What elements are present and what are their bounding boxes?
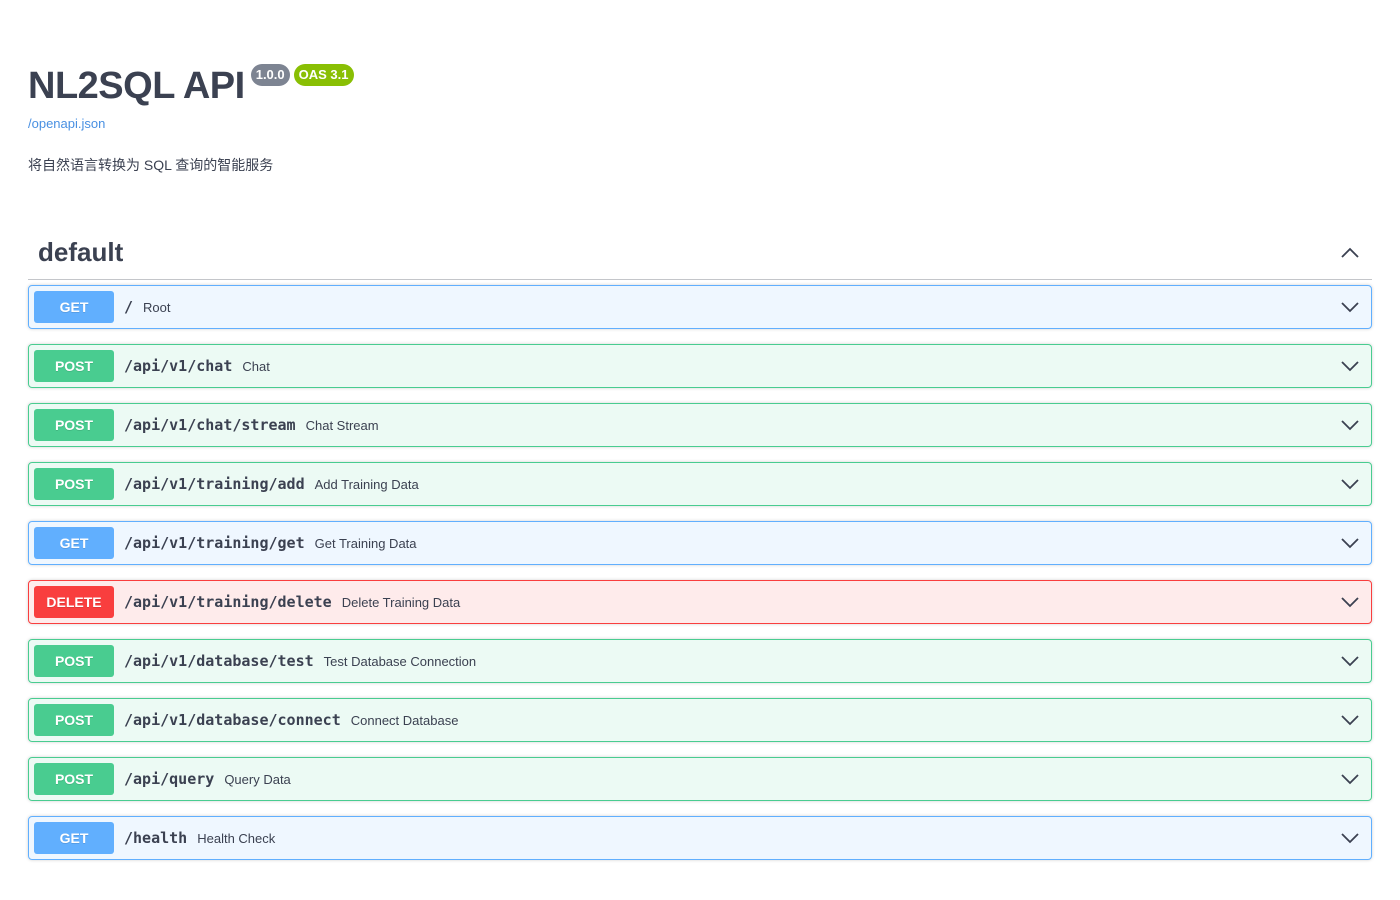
- operation-post-row[interactable]: POST/api/v1/chat Chat: [28, 344, 1372, 388]
- operation-path: /api/v1/chat: [124, 357, 233, 375]
- method-badge: POST: [34, 763, 114, 795]
- operation-post-row[interactable]: POST/api/query Query Data: [28, 757, 1372, 801]
- section-title: default: [38, 237, 124, 267]
- method-badge: POST: [34, 350, 114, 382]
- section-header-default[interactable]: default: [28, 226, 1372, 280]
- operation-path: /api/v1/training/add: [124, 475, 305, 493]
- operation-summary: Test Database Connection: [323, 653, 477, 669]
- version-badge: 1.0.0: [250, 64, 290, 86]
- operation-summary: Get Training Data: [314, 535, 417, 551]
- method-badge: POST: [34, 704, 114, 736]
- chevron-up-icon[interactable]: [1338, 241, 1362, 265]
- operation-post-row[interactable]: POST/api/v1/training/add Add Training Dat…: [28, 462, 1372, 506]
- chevron-down-icon[interactable]: [1340, 828, 1360, 848]
- operation-path: /: [124, 298, 134, 316]
- method-badge: GET: [34, 291, 114, 323]
- operations-list: GET / Root POST/api/v1/chat Chat POST/api/v1/…: [28, 285, 1372, 875]
- operation-summary: Chat Stream: [305, 417, 379, 433]
- title-row: NL2SQL API 1.0.0 OAS 3.1: [28, 62, 354, 110]
- operation-get-row[interactable]: GET/api/v1/training/get Get Training Data: [28, 521, 1372, 565]
- method-badge: DELETE: [34, 586, 114, 618]
- operation-path: /api/v1/training/get: [124, 534, 305, 552]
- operation-path: /api/v1/chat/stream: [124, 416, 296, 434]
- chevron-down-icon[interactable]: [1340, 356, 1360, 376]
- operation-delete-row[interactable]: DELETE/api/v1/training/delete Delete Trai…: [28, 580, 1372, 624]
- chevron-down-icon[interactable]: [1340, 769, 1360, 789]
- operation-path: /api/query: [124, 770, 215, 788]
- method-badge: POST: [34, 409, 114, 441]
- operation-summary: Query Data: [224, 771, 291, 787]
- oas-badge: OAS 3.1: [293, 64, 354, 86]
- method-badge: POST: [34, 645, 114, 677]
- operation-path: /api/v1/training/delete: [124, 593, 332, 611]
- operation-post-row[interactable]: POST/api/v1/chat/stream Chat Stream: [28, 403, 1372, 447]
- operation-path: /health: [124, 829, 188, 847]
- page-title: NL2SQL API: [28, 65, 245, 107]
- operation-summary: Health Check: [197, 830, 276, 846]
- chevron-down-icon[interactable]: [1340, 297, 1360, 317]
- openapi-json-link[interactable]: /openapi.json: [28, 116, 105, 131]
- chevron-down-icon[interactable]: [1340, 651, 1360, 671]
- operation-summary: Root: [143, 299, 171, 315]
- chevron-down-icon[interactable]: [1340, 710, 1360, 730]
- chevron-down-icon[interactable]: [1340, 592, 1360, 612]
- operation-summary: Connect Database: [350, 712, 459, 728]
- operation-path: /api/v1/database/connect: [124, 711, 341, 729]
- operation-path: /api/v1/database/test: [124, 652, 314, 670]
- operation-summary: Add Training Data: [314, 476, 419, 492]
- operation-get-row[interactable]: GET/health Health Check: [28, 816, 1372, 860]
- operation-get-row[interactable]: GET / Root: [28, 285, 1372, 329]
- api-description: 将自然语言转换为 SQL 查询的智能服务: [28, 157, 274, 173]
- method-badge: POST: [34, 468, 114, 500]
- operation-post-row[interactable]: POST/api/v1/database/connect Connect Data…: [28, 698, 1372, 742]
- api-info: NL2SQL API 1.0.0 OAS 3.1: [28, 62, 354, 110]
- chevron-down-icon[interactable]: [1340, 474, 1360, 494]
- method-badge: GET: [34, 527, 114, 559]
- chevron-down-icon[interactable]: [1340, 415, 1360, 435]
- operation-summary: Delete Training Data: [341, 594, 461, 610]
- operation-summary: Chat: [242, 358, 270, 374]
- chevron-down-icon[interactable]: [1340, 533, 1360, 553]
- method-badge: GET: [34, 822, 114, 854]
- operation-post-row[interactable]: POST/api/v1/database/test Test Database C…: [28, 639, 1372, 683]
